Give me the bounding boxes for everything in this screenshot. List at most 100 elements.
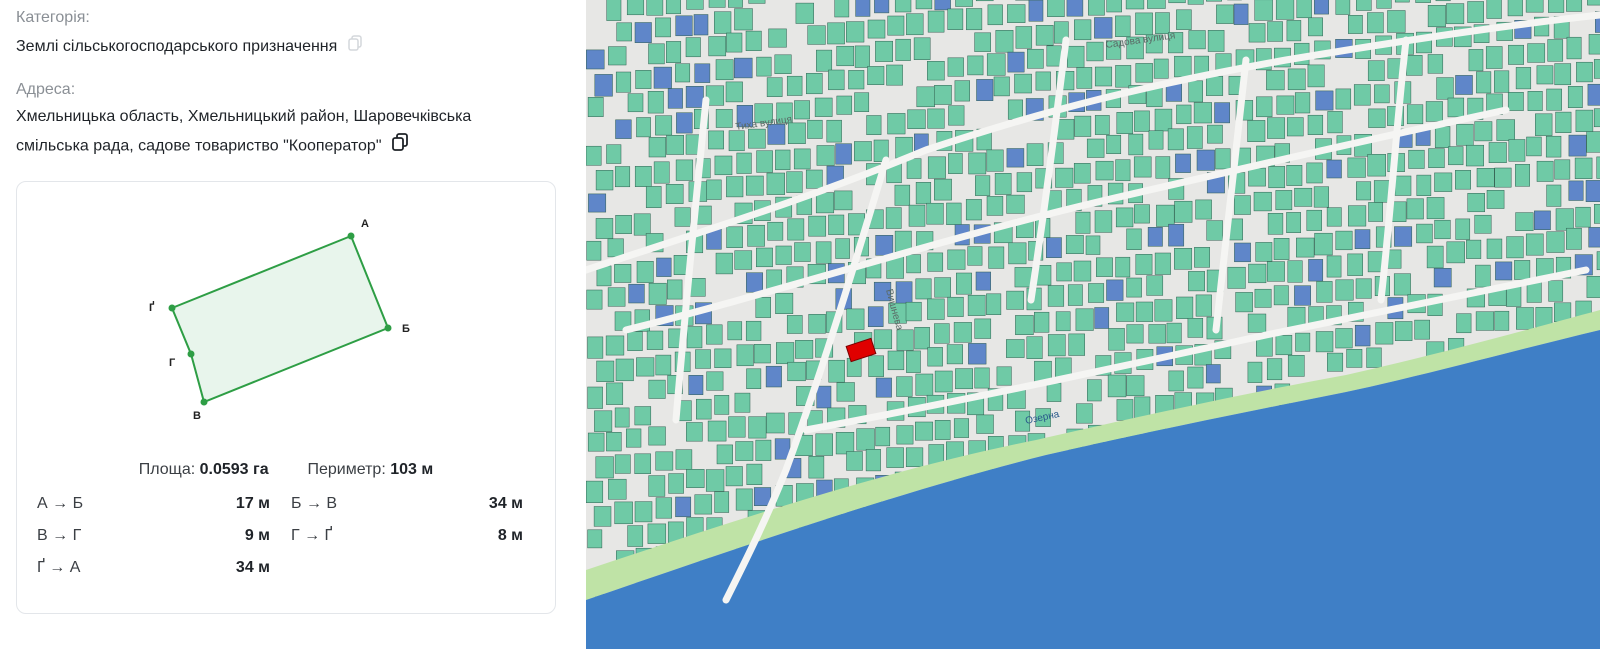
map-parcel[interactable] xyxy=(1387,10,1406,33)
map-parcel[interactable] xyxy=(835,238,850,259)
map-parcel[interactable] xyxy=(634,406,652,426)
map-parcel[interactable] xyxy=(636,261,654,283)
map-parcel[interactable] xyxy=(634,166,652,187)
map-parcel[interactable] xyxy=(1354,324,1371,347)
map-parcel[interactable] xyxy=(1348,15,1363,34)
map-parcel[interactable] xyxy=(626,0,645,16)
map-parcel[interactable] xyxy=(868,355,884,377)
map-parcel[interactable] xyxy=(1287,260,1303,283)
map-parcel[interactable] xyxy=(1326,159,1342,179)
map-parcel[interactable] xyxy=(934,323,950,344)
map-parcel[interactable] xyxy=(1047,334,1066,357)
map-parcel[interactable] xyxy=(608,478,627,500)
map-parcel[interactable] xyxy=(1588,34,1600,55)
map-parcel[interactable] xyxy=(1106,0,1122,13)
map-parcel[interactable] xyxy=(786,75,803,96)
map-parcel[interactable] xyxy=(846,308,865,330)
map-parcel[interactable] xyxy=(1434,126,1451,148)
map-parcel[interactable] xyxy=(594,74,613,97)
map-parcel[interactable] xyxy=(675,496,692,518)
map-parcel[interactable] xyxy=(1294,187,1313,207)
map-parcel[interactable] xyxy=(1056,119,1075,140)
map-parcel[interactable] xyxy=(614,454,631,474)
map-parcel[interactable] xyxy=(1155,156,1171,179)
map-parcel[interactable] xyxy=(1456,313,1472,334)
map-parcel[interactable] xyxy=(1047,0,1065,17)
map-parcel[interactable] xyxy=(1147,0,1166,9)
map-parcel[interactable] xyxy=(1346,349,1363,368)
map-parcel[interactable] xyxy=(1593,59,1600,79)
map-parcel[interactable] xyxy=(1075,211,1091,234)
map-parcel[interactable] xyxy=(1026,143,1044,166)
map-parcel[interactable] xyxy=(795,2,814,24)
map-parcel[interactable] xyxy=(1355,278,1372,299)
map-parcel[interactable] xyxy=(1354,229,1371,249)
map-parcel[interactable] xyxy=(686,326,703,349)
map-parcel[interactable] xyxy=(913,37,931,60)
map-parcel[interactable] xyxy=(586,49,605,70)
map-parcel[interactable] xyxy=(1015,26,1033,49)
map-parcel[interactable] xyxy=(587,432,605,452)
map-parcel[interactable] xyxy=(734,250,753,270)
map-parcel[interactable] xyxy=(915,421,934,441)
map-parcel[interactable] xyxy=(986,149,1004,172)
map-parcel[interactable] xyxy=(695,349,711,369)
map-parcel[interactable] xyxy=(714,155,733,176)
map-parcel[interactable] xyxy=(1546,231,1565,253)
map-parcel[interactable] xyxy=(716,444,733,465)
map-parcel[interactable] xyxy=(1315,331,1334,353)
map-parcel[interactable] xyxy=(666,41,682,63)
map-parcel[interactable] xyxy=(1073,163,1091,184)
map-parcel[interactable] xyxy=(835,143,852,165)
map-parcel[interactable] xyxy=(1566,0,1583,12)
map-parcel[interactable] xyxy=(1467,193,1485,213)
map-parcel[interactable] xyxy=(1408,149,1425,169)
map-parcel[interactable] xyxy=(1376,0,1392,9)
map-parcel[interactable] xyxy=(1168,223,1185,247)
map-parcel[interactable] xyxy=(1427,5,1446,28)
map-parcel[interactable] xyxy=(708,0,726,8)
map-parcel[interactable] xyxy=(1587,83,1600,106)
map-parcel[interactable] xyxy=(1474,121,1493,142)
map-parcel[interactable] xyxy=(1367,251,1384,273)
map-parcel[interactable] xyxy=(865,449,881,472)
map-parcel[interactable] xyxy=(1295,332,1311,352)
map-parcel[interactable] xyxy=(948,153,963,174)
map-parcel[interactable] xyxy=(1088,283,1105,303)
map-parcel[interactable] xyxy=(875,40,893,62)
map-parcel[interactable] xyxy=(1535,113,1553,136)
map-parcel[interactable] xyxy=(1515,67,1532,90)
map-parcel[interactable] xyxy=(1168,370,1184,392)
map-parcel[interactable] xyxy=(706,179,722,200)
map-parcel[interactable] xyxy=(915,0,933,10)
map-parcel[interactable] xyxy=(668,473,684,494)
map-parcel[interactable] xyxy=(688,375,704,395)
map-parcel[interactable] xyxy=(748,128,766,149)
map-parcel[interactable] xyxy=(1207,124,1223,144)
map-parcel[interactable] xyxy=(1106,134,1122,154)
map-parcel[interactable] xyxy=(856,428,875,451)
map-parcel[interactable] xyxy=(627,93,644,113)
map-parcel[interactable] xyxy=(1335,328,1353,349)
map-canvas[interactable]: Садова вулиця Тиха вулиця Озерна Вишнева xyxy=(586,0,1600,649)
map-parcel[interactable] xyxy=(728,0,743,8)
map-parcel[interactable] xyxy=(1174,55,1192,78)
map-parcel[interactable] xyxy=(1525,233,1544,256)
map-parcel[interactable] xyxy=(593,506,612,527)
map-parcel[interactable] xyxy=(887,350,905,371)
map-parcel[interactable] xyxy=(1047,285,1065,307)
map-parcel[interactable] xyxy=(775,292,794,314)
map-parcel[interactable] xyxy=(905,447,924,467)
map-parcel[interactable] xyxy=(1266,358,1283,381)
map-parcel[interactable] xyxy=(627,525,644,547)
map-parcel[interactable] xyxy=(1186,126,1203,149)
map-parcel[interactable] xyxy=(974,32,991,52)
map-parcel[interactable] xyxy=(1055,311,1071,332)
map-parcel[interactable] xyxy=(1474,214,1492,234)
map-parcel[interactable] xyxy=(615,358,634,382)
map-parcel[interactable] xyxy=(648,475,666,497)
map-parcel[interactable] xyxy=(1174,200,1193,223)
map-parcel[interactable] xyxy=(1468,49,1484,72)
map-parcel[interactable] xyxy=(954,80,970,102)
map-parcel[interactable] xyxy=(1007,99,1023,120)
